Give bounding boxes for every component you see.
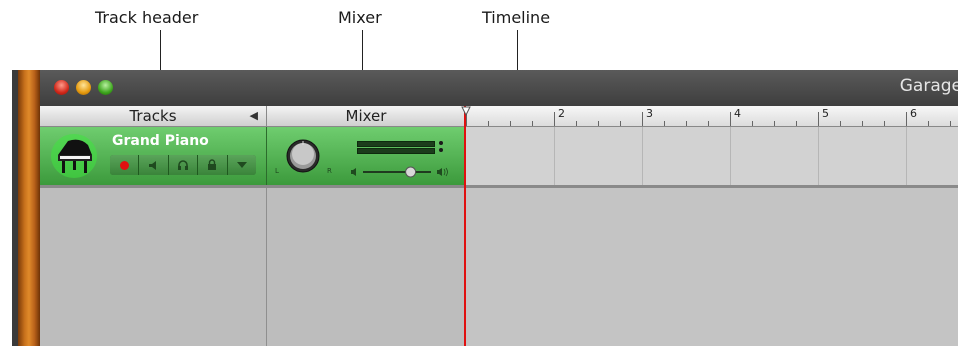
window-title: Garage <box>899 76 958 96</box>
ruler-tick <box>708 121 709 126</box>
clip-indicator-right[interactable] <box>439 148 443 152</box>
tracks-column-header[interactable]: Tracks ◀ <box>40 106 267 127</box>
ruler-tick <box>884 121 885 126</box>
ruler-tick <box>642 112 643 126</box>
ruler-tick <box>532 121 533 126</box>
empty-tracks-area[interactable] <box>40 188 267 346</box>
grid-line <box>906 127 907 185</box>
grid-line <box>642 127 643 185</box>
ruler-tick <box>488 121 489 126</box>
headphones-icon <box>178 160 189 170</box>
track-timeline-lane[interactable] <box>466 127 958 185</box>
title-bar[interactable]: Garage <box>40 70 958 107</box>
timeline-ruler[interactable]: 2 3 4 5 6 <box>466 106 958 127</box>
pan-right-label: R <box>327 167 332 175</box>
track-menu-button[interactable] <box>227 155 257 175</box>
ruler-tick <box>576 121 577 126</box>
ruler-tick <box>664 121 665 126</box>
ruler-tick <box>928 121 929 126</box>
ruler-tick <box>598 121 599 126</box>
mute-button[interactable] <box>139 155 169 175</box>
empty-mixer-area[interactable] <box>267 188 465 346</box>
ruler-bar-6: 6 <box>910 107 917 120</box>
track-controls <box>110 155 257 175</box>
clip-indicator-left[interactable] <box>439 141 443 145</box>
ruler-tick <box>796 121 797 126</box>
mixer-column-header: Mixer <box>267 106 466 127</box>
callout-track-header: Track header <box>95 8 199 27</box>
ruler-tick <box>620 121 621 126</box>
playhead-handle-icon[interactable] <box>461 106 471 116</box>
ruler-bar-3: 3 <box>646 107 653 120</box>
playhead[interactable] <box>464 106 466 346</box>
ruler-tick <box>752 121 753 126</box>
ruler-tick <box>686 121 687 126</box>
lock-button[interactable] <box>198 155 228 175</box>
volume-slider[interactable] <box>351 165 455 179</box>
wood-frame <box>18 70 40 346</box>
ruler-bar-4: 4 <box>734 107 741 120</box>
record-enable-button[interactable] <box>110 155 140 175</box>
ruler-tick <box>818 112 819 126</box>
record-icon <box>119 160 129 170</box>
volume-low-icon <box>351 168 356 176</box>
track-name[interactable]: Grand Piano <box>112 133 209 149</box>
solo-button[interactable] <box>168 155 199 175</box>
volume-slider-thumb[interactable] <box>405 166 417 178</box>
minimize-button[interactable] <box>76 80 91 95</box>
ruler-tick <box>730 112 731 126</box>
tracks-header-label: Tracks <box>129 107 177 125</box>
volume-high-icon <box>437 167 448 177</box>
expand-arrow-icon <box>236 162 247 168</box>
grid-line <box>730 127 731 185</box>
ruler-tick <box>862 121 863 126</box>
callout-mixer: Mixer <box>338 8 382 27</box>
ruler-tick <box>950 121 951 126</box>
lock-icon <box>208 159 217 170</box>
callout-timeline: Timeline <box>482 8 551 27</box>
collapse-mixer-arrow-icon[interactable]: ◀ <box>250 106 258 126</box>
ruler-bar-5: 5 <box>822 107 829 120</box>
zoom-button[interactable] <box>98 80 113 95</box>
grand-piano-icon <box>51 134 97 178</box>
ruler-tick <box>510 121 511 126</box>
ruler-tick <box>906 112 907 126</box>
ruler-tick <box>840 121 841 126</box>
track-mixer: L R <box>267 127 465 185</box>
track-header-grand-piano[interactable]: Grand Piano <box>40 127 267 185</box>
level-meter-left <box>357 141 435 147</box>
ruler-bar-2: 2 <box>558 107 565 120</box>
close-button[interactable] <box>54 80 69 95</box>
mute-icon <box>148 160 156 170</box>
grid-line <box>818 127 819 185</box>
ruler-tick <box>554 112 555 126</box>
grid-line <box>554 127 555 185</box>
pan-left-label: L <box>275 167 279 175</box>
mixer-header-label: Mixer <box>345 107 387 125</box>
empty-timeline-area[interactable] <box>466 188 958 346</box>
level-meter-right <box>357 148 435 154</box>
ruler-tick <box>774 121 775 126</box>
pan-knob[interactable] <box>285 138 321 174</box>
